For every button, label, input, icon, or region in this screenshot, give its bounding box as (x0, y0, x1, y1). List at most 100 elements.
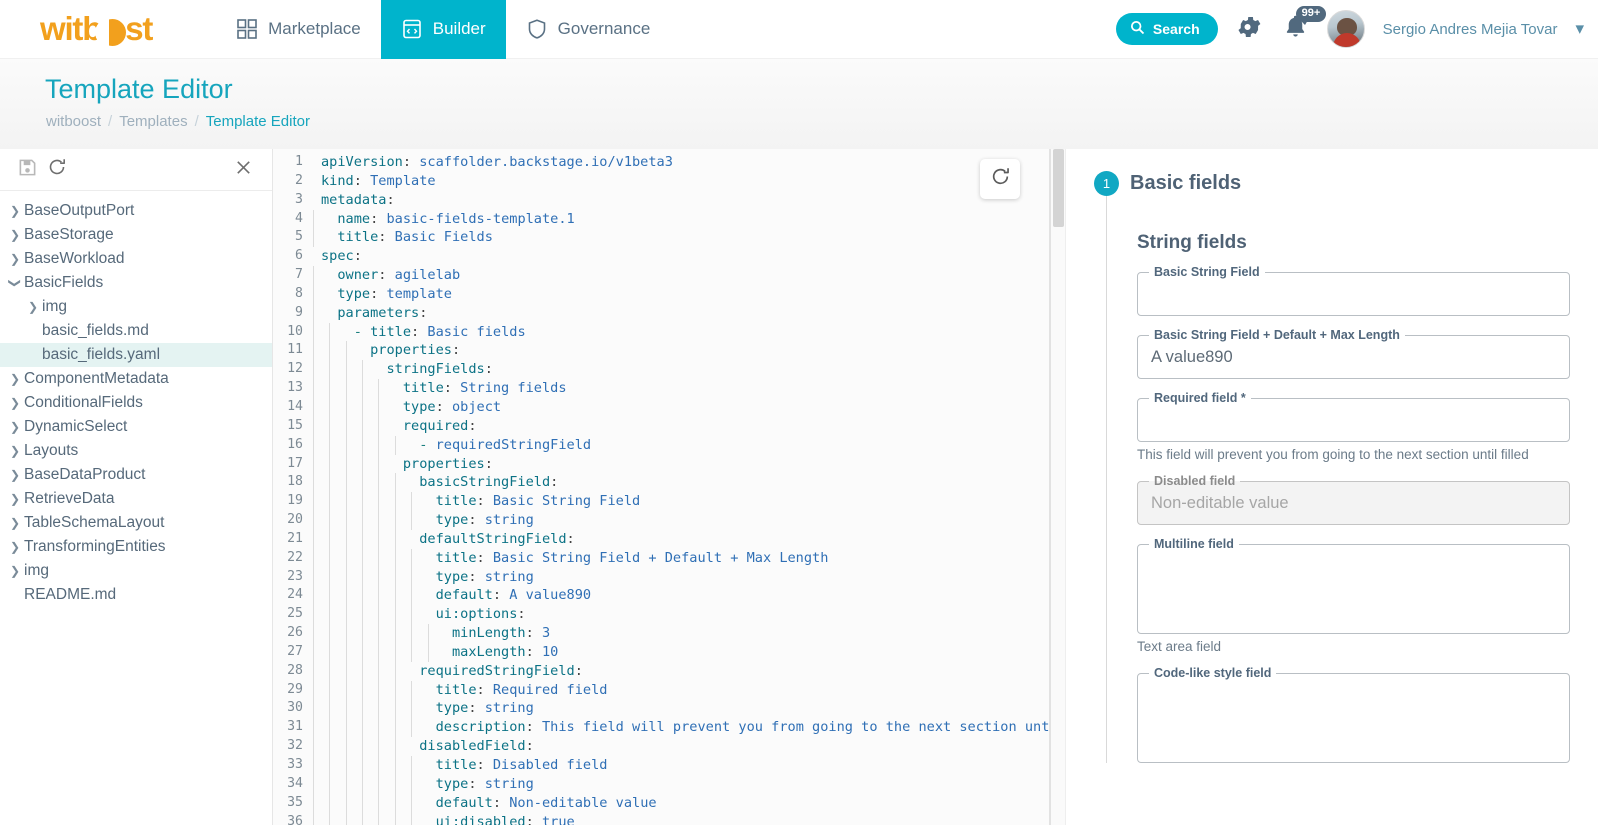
code-line-text: - requiredStringField (313, 436, 591, 455)
code-line-text: metadata: (313, 191, 395, 210)
file-tree-item[interactable]: ❯BaseOutputPort (0, 199, 272, 223)
chevron-down-icon[interactable]: ❯ (9, 274, 21, 292)
line-number: 29 (273, 681, 313, 700)
chevron-right-icon[interactable]: ❯ (6, 541, 24, 553)
field-label: Code-like style field (1149, 666, 1276, 680)
line-number: 21 (273, 530, 313, 549)
code-line: 34 type: string (273, 775, 1050, 794)
settings-button[interactable] (1236, 13, 1264, 46)
code-line: 18 basicStringField: (273, 473, 1050, 492)
line-number: 7 (273, 266, 313, 285)
code-editor-panel[interactable]: 1apiVersion: scaffolder.backstage.io/v1b… (273, 149, 1051, 825)
code-line: 4 name: basic-fields-template.1 (273, 210, 1050, 229)
code-line: 29 title: Required field (273, 681, 1050, 700)
chevron-right-icon[interactable]: ❯ (6, 445, 24, 457)
form-field: Basic String Field + Default + Max Lengt… (1137, 335, 1570, 379)
main-nav-tabs: Marketplace Builder Governance (216, 0, 670, 59)
chevron-right-icon[interactable]: ❯ (24, 301, 42, 313)
notifications-button[interactable]: 99+ (1282, 12, 1309, 47)
code-line: 6spec: (273, 247, 1050, 266)
user-name-label[interactable]: Sergio Andres Mejia Tovar (1383, 21, 1558, 38)
reload-button[interactable] (42, 155, 72, 185)
form-scrollbar[interactable] (1051, 149, 1066, 825)
breadcrumb-item-template-editor[interactable]: Template Editor (206, 113, 310, 130)
search-button[interactable]: Search (1116, 13, 1218, 45)
field-label: Basic String Field + Default + Max Lengt… (1149, 328, 1405, 342)
file-tree-item[interactable]: ❯ConditionalFields (0, 391, 272, 415)
chevron-right-icon[interactable]: ❯ (6, 469, 24, 481)
line-number: 1 (273, 153, 313, 172)
chevron-right-icon[interactable]: ❯ (6, 397, 24, 409)
file-tree-item[interactable]: ❯DynamicSelect (0, 415, 272, 439)
text-input[interactable]: Required field * (1137, 398, 1570, 442)
line-number: 19 (273, 492, 313, 511)
code-line: 5 title: Basic Fields (273, 228, 1050, 247)
code-line-text: basicStringField: (313, 473, 558, 492)
file-tree-item[interactable]: ❯RetrieveData (0, 487, 272, 511)
file-tree-item[interactable]: ❯TransformingEntities (0, 535, 272, 559)
form-field: Required field *This field will prevent … (1137, 398, 1570, 462)
nav-tab-marketplace[interactable]: Marketplace (216, 0, 381, 59)
code-line-text: type: template (313, 285, 452, 304)
code-line-text: properties: (313, 341, 460, 360)
breadcrumb-item-templates[interactable]: Templates (119, 113, 187, 130)
file-tree-item[interactable]: ❯img (0, 559, 272, 583)
file-tree-item-label: TransformingEntities (24, 538, 166, 556)
save-button[interactable] (12, 155, 42, 185)
breadcrumb-item-witboost[interactable]: witboost (46, 113, 101, 130)
file-tree-panel: ❯BaseOutputPort❯BaseStorage❯BaseWorkload… (0, 149, 273, 825)
witboost-logo[interactable]: witbst (40, 10, 152, 48)
chevron-down-icon[interactable]: ▾ (1575, 19, 1584, 39)
code-line-text: ui:options: (313, 605, 526, 624)
chevron-right-icon[interactable]: ❯ (6, 205, 24, 217)
field-label: Multiline field (1149, 537, 1239, 551)
line-number: 12 (273, 360, 313, 379)
line-number: 3 (273, 191, 313, 210)
textarea-input[interactable]: Multiline field (1137, 544, 1570, 634)
code-line-text: required: (313, 417, 477, 436)
file-tree-item-label: TableSchemaLayout (24, 514, 164, 532)
chevron-right-icon[interactable]: ❯ (6, 517, 24, 529)
chevron-right-icon[interactable]: ❯ (6, 229, 24, 241)
file-tree-item[interactable]: ❯basic_fields.yaml (0, 343, 272, 367)
file-tree-item[interactable]: ❯basic_fields.md (0, 319, 272, 343)
close-button[interactable] (228, 155, 258, 185)
text-input[interactable]: Basic String Field + Default + Max Lengt… (1137, 335, 1570, 379)
code-line: 28 requiredStringField: (273, 662, 1050, 681)
file-tree-item[interactable]: ❯BaseStorage (0, 223, 272, 247)
code-line: 31 description: This field will prevent … (273, 718, 1050, 737)
file-tree-item[interactable]: ❯img (0, 295, 272, 319)
file-tree-item[interactable]: ❯BaseDataProduct (0, 463, 272, 487)
file-tree-item[interactable]: ❯BaseWorkload (0, 247, 272, 271)
editor-refresh-button[interactable] (980, 159, 1020, 199)
file-tree-item[interactable]: ❯Layouts (0, 439, 272, 463)
file-tree-item-label: BasicFields (24, 274, 103, 292)
code-line-text: apiVersion: scaffolder.backstage.io/v1be… (313, 153, 673, 172)
code-line-text: owner: agilelab (313, 266, 460, 285)
line-number: 35 (273, 794, 313, 813)
file-tree-item[interactable]: ❯ComponentMetadata (0, 367, 272, 391)
chevron-right-icon[interactable]: ❯ (6, 421, 24, 433)
file-tree-item[interactable]: ❯README.md (0, 583, 272, 607)
code-line-text: minLength: 3 (313, 624, 550, 643)
step-body: String fields Basic String FieldBasic St… (1106, 196, 1570, 763)
file-tree-item[interactable]: ❯BasicFields (0, 271, 272, 295)
avatar[interactable] (1327, 10, 1365, 48)
form-scrollbar-thumb[interactable] (1053, 149, 1064, 227)
text-input[interactable]: Basic String Field (1137, 272, 1570, 316)
step-header: 1 Basic fields (1094, 171, 1570, 196)
chevron-right-icon[interactable]: ❯ (6, 373, 24, 385)
line-number: 27 (273, 643, 313, 662)
chevron-right-icon[interactable]: ❯ (6, 565, 24, 577)
textarea-input[interactable]: Code-like style field (1137, 673, 1570, 763)
file-tree-item[interactable]: ❯TableSchemaLayout (0, 511, 272, 535)
chevron-right-icon[interactable]: ❯ (6, 493, 24, 505)
nav-tab-governance[interactable]: Governance (506, 0, 671, 59)
code-line: 33 title: Disabled field (273, 756, 1050, 775)
nav-tab-builder[interactable]: Builder (381, 0, 506, 59)
code-line: 20 type: string (273, 511, 1050, 530)
code-line-text: title: Required field (313, 681, 607, 700)
code-content[interactable]: 1apiVersion: scaffolder.backstage.io/v1b… (273, 149, 1050, 825)
chevron-right-icon[interactable]: ❯ (6, 253, 24, 265)
form-fields-list: Basic String Field Basic String Field + D… (1137, 272, 1570, 763)
